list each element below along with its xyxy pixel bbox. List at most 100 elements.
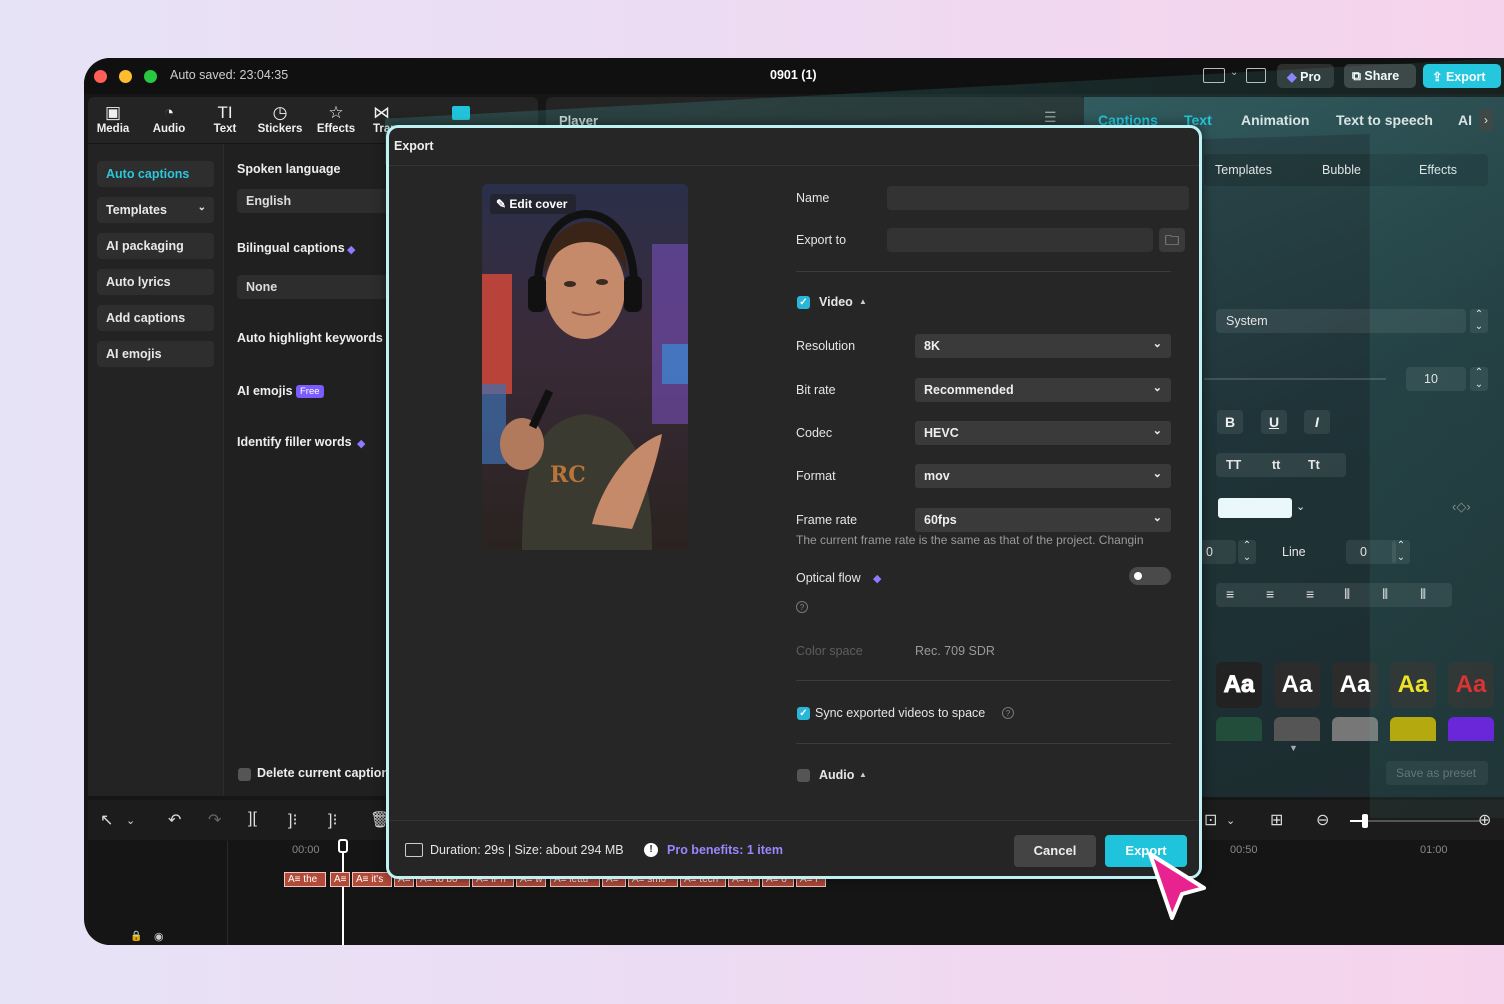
uppercase-button[interactable]: TT	[1226, 458, 1241, 472]
chevron-down-icon[interactable]: ⌄	[126, 814, 135, 827]
nav-ai-packaging[interactable]: AI packaging	[97, 233, 214, 259]
cover-thumbnail[interactable]: RC ✎ Edit cover	[482, 184, 688, 550]
edit-cover-button[interactable]: ✎ Edit cover	[490, 194, 576, 214]
zoom-slider-handle[interactable]	[1362, 814, 1368, 828]
lowercase-button[interactable]: tt	[1272, 458, 1280, 472]
color-swatch[interactable]	[1218, 498, 1292, 518]
framerate-select[interactable]: 60fps ⌄	[915, 508, 1171, 532]
layout-icon[interactable]	[1203, 68, 1225, 83]
preset-thumb[interactable]	[1448, 717, 1494, 741]
chevron-down-icon[interactable]: ⌄	[1230, 67, 1238, 78]
resolution-select[interactable]: 8K ⌄	[915, 334, 1171, 358]
expand-arrow-icon[interactable]: ▼	[1289, 743, 1298, 753]
nav-auto-lyrics[interactable]: Auto lyrics	[97, 269, 214, 295]
expand-arrow-icon[interactable]: ▲	[859, 770, 867, 779]
snap-icon[interactable]: ⊡	[1204, 810, 1217, 830]
font-size-slider[interactable]	[1204, 378, 1386, 380]
undo-icon[interactable]: ↶	[168, 810, 181, 830]
preset-white[interactable]: Aa	[1274, 662, 1320, 708]
select-tool-icon[interactable]: ↖	[100, 810, 113, 830]
preset-thumb[interactable]	[1274, 717, 1320, 741]
keyboard-icon[interactable]	[1246, 68, 1266, 83]
tool-audio[interactable]: ◔ Audio	[144, 103, 194, 135]
video-section-label[interactable]: Video	[819, 295, 853, 309]
align-center-icon[interactable]: ≡	[1266, 586, 1274, 602]
preset-outline[interactable]: Aa	[1216, 662, 1262, 708]
minimize-window-button[interactable]	[119, 70, 132, 83]
stepper-icon[interactable]: ⌃ ⌄	[1392, 540, 1410, 564]
tab-animation[interactable]: Animation	[1241, 112, 1309, 128]
zoom-slider[interactable]	[1350, 814, 1480, 828]
char-spacing-input[interactable]: 0	[1196, 540, 1236, 564]
close-window-button[interactable]	[94, 70, 107, 83]
save-preset-button[interactable]: Save as preset	[1386, 761, 1488, 785]
export-top-button[interactable]: ⇪ Export	[1423, 64, 1501, 88]
underline-button[interactable]: U	[1261, 410, 1287, 434]
align-right-icon[interactable]: ≡	[1306, 586, 1314, 602]
spoken-language-select[interactable]: English	[237, 189, 397, 213]
zoom-out-icon[interactable]: ⊖	[1316, 810, 1329, 830]
align-left-icon[interactable]: ≡	[1226, 586, 1234, 602]
tab-ai[interactable]: AI	[1458, 112, 1472, 128]
subtab-effects[interactable]: Effects	[1419, 163, 1457, 177]
optical-flow-toggle[interactable]	[1129, 567, 1171, 585]
preset-thumb[interactable]	[1390, 717, 1436, 741]
cancel-button[interactable]: Cancel	[1014, 835, 1096, 867]
line-spacing-input[interactable]: 0	[1346, 540, 1396, 564]
keyframe-icon[interactable]: ‹◇›	[1452, 499, 1471, 515]
nav-add-captions[interactable]: Add captions	[97, 305, 214, 331]
preset-yellow[interactable]: Aa	[1390, 662, 1436, 708]
delete-caption-checkbox[interactable]	[238, 768, 251, 781]
preview-icon[interactable]: ⊞	[1270, 810, 1283, 830]
tool-media[interactable]: ▣ Media	[88, 103, 138, 135]
collapse-arrow-icon[interactable]: ▲	[859, 297, 867, 306]
subtab-bubble[interactable]: Bubble	[1322, 163, 1361, 177]
titlecase-button[interactable]: Tt	[1308, 458, 1320, 472]
help-icon[interactable]: ?	[796, 601, 808, 613]
pro-button[interactable]: ◆ Pro	[1277, 64, 1334, 88]
nav-auto-captions[interactable]: Auto captions	[97, 161, 214, 187]
help-icon[interactable]: ?	[1002, 707, 1014, 719]
name-input[interactable]	[887, 186, 1189, 210]
folder-icon[interactable]: 🗀	[1159, 228, 1185, 252]
maximize-window-button[interactable]	[144, 70, 157, 83]
bold-button[interactable]: B	[1217, 410, 1243, 434]
export-path-input[interactable]	[887, 228, 1153, 252]
split-icon[interactable]: ][	[248, 810, 257, 828]
vertical-bottom-icon[interactable]: ⦀	[1420, 586, 1426, 603]
stepper-icon[interactable]: ⌃ ⌄	[1470, 367, 1488, 391]
lock-icon[interactable]: 🔒	[130, 931, 142, 942]
sync-checkbox[interactable]: ✓	[797, 707, 810, 720]
tool-effects[interactable]: ☆ Effects	[311, 103, 361, 135]
split-left-icon[interactable]: ]⁝	[288, 810, 298, 830]
split-right-icon[interactable]: ]⁝	[328, 810, 338, 830]
caption-clip[interactable]: A≡ the	[284, 872, 326, 887]
font-select[interactable]: System	[1216, 309, 1466, 333]
chevron-down-icon[interactable]: ⌄	[1226, 814, 1235, 827]
codec-select[interactable]: HEVC ⌄	[915, 421, 1171, 445]
chevron-down-icon[interactable]: ⌄	[1296, 500, 1305, 513]
italic-button[interactable]: I	[1304, 410, 1330, 434]
preset-red[interactable]: Aa	[1448, 662, 1494, 708]
caption-clip[interactable]: A≡ it's	[352, 872, 392, 887]
bilingual-captions-select[interactable]: None	[237, 275, 397, 299]
vertical-align-icon[interactable]: ⦀	[1344, 586, 1350, 603]
audio-checkbox[interactable]	[797, 769, 810, 782]
menu-icon[interactable]: ☰	[1044, 109, 1057, 126]
tool-stickers[interactable]: ◷ Stickers	[255, 103, 305, 135]
pro-benefits-link[interactable]: Pro benefits: 1 item	[667, 843, 783, 857]
bitrate-select[interactable]: Recommended ⌄	[915, 378, 1171, 402]
stepper-icon[interactable]: ⌃ ⌄	[1238, 540, 1256, 564]
preset-thumb[interactable]	[1216, 717, 1262, 741]
captions-tool-icon[interactable]	[452, 106, 470, 120]
subtab-templates[interactable]: Templates	[1215, 163, 1272, 177]
audio-section-label[interactable]: Audio	[819, 768, 854, 782]
nav-templates[interactable]: Templates ⌄	[97, 197, 214, 223]
share-button[interactable]: ⧉ Share	[1344, 64, 1416, 88]
zoom-in-icon[interactable]: ⊕	[1478, 810, 1491, 830]
chevron-right-icon[interactable]: ›	[1479, 109, 1493, 131]
format-select[interactable]: mov ⌄	[915, 464, 1171, 488]
video-checkbox[interactable]: ✓	[797, 296, 810, 309]
tab-text-to-speech[interactable]: Text to speech	[1336, 112, 1433, 128]
redo-icon[interactable]: ↷	[208, 810, 221, 830]
